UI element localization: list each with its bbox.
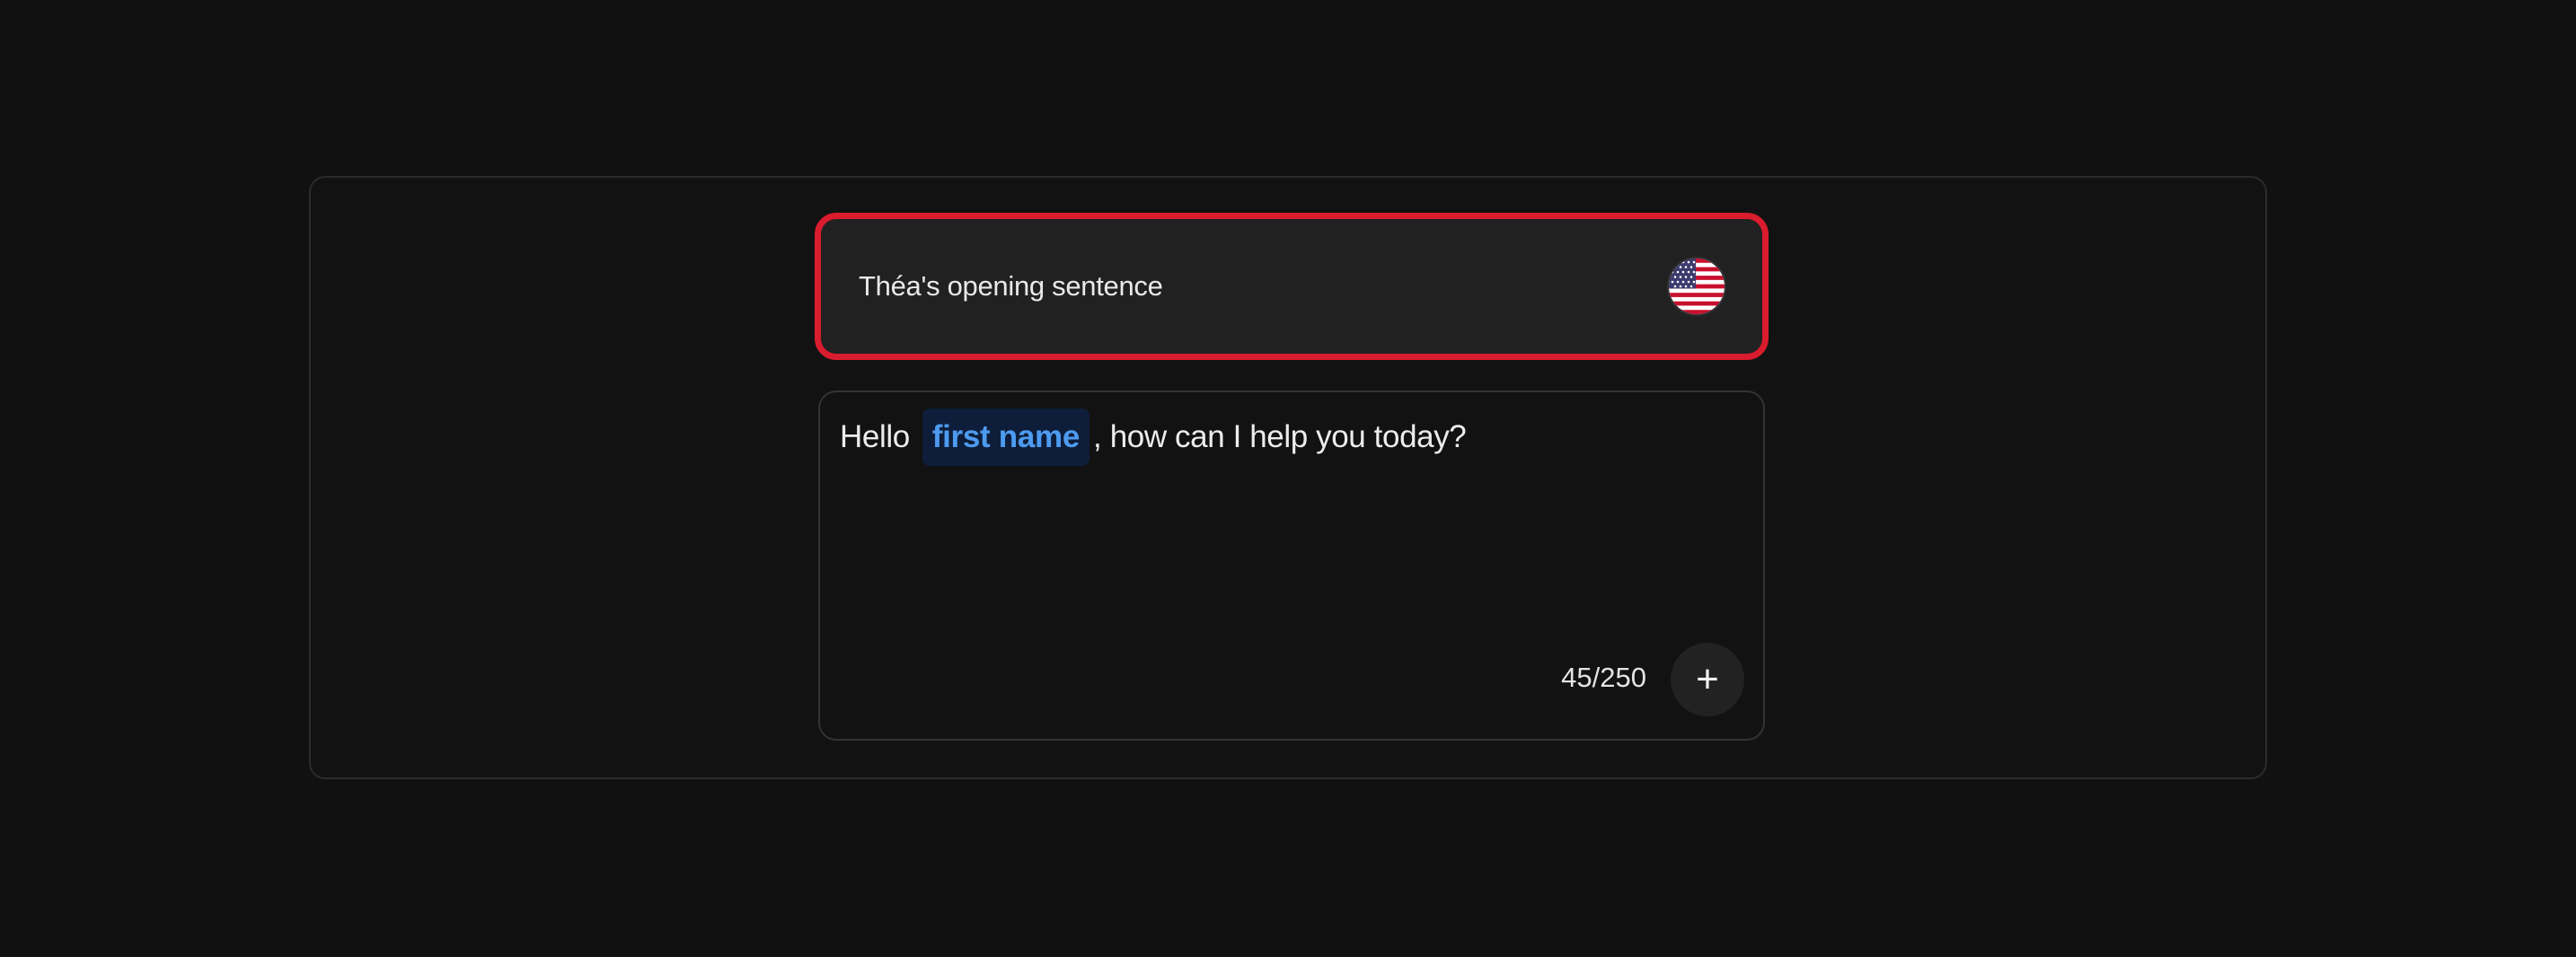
sentence-text[interactable]: Hello first name , how can I help you to…	[840, 408, 1467, 466]
opening-sentence-editor[interactable]: Hello first name , how can I help you to…	[818, 391, 1765, 741]
character-counter: 45/250	[1561, 662, 1646, 693]
opening-sentence-header[interactable]: Théa's opening sentence	[815, 213, 1769, 360]
app-stage: Théa's opening sentence Hello first name…	[0, 0, 2576, 957]
first-name-variable-chip[interactable]: first name	[922, 408, 1090, 466]
text-before-variable: Hello	[840, 419, 910, 454]
header-title: Théa's opening sentence	[859, 270, 1163, 302]
plus-icon: +	[1696, 657, 1719, 701]
us-flag-icon[interactable]	[1669, 259, 1725, 314]
add-variable-button[interactable]: +	[1671, 643, 1744, 716]
text-after-variable: , how can I help you today?	[1093, 419, 1467, 454]
